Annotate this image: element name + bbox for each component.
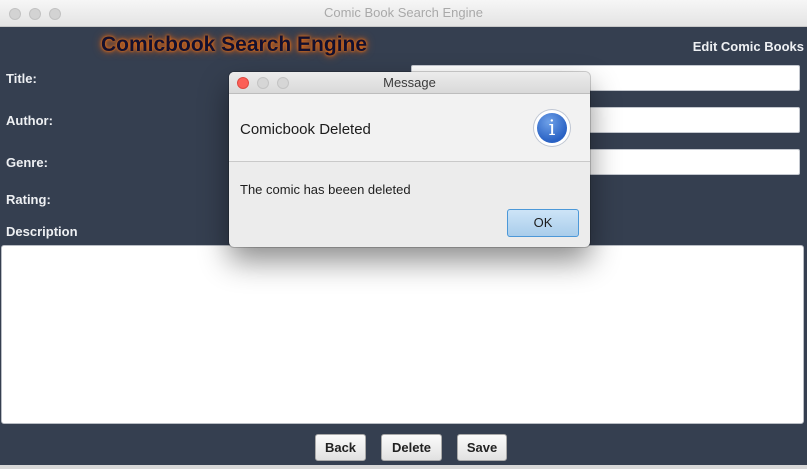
dialog-header-text: Comicbook Deleted xyxy=(240,121,371,138)
description-textarea[interactable] xyxy=(1,245,804,424)
genre-label: Genre: xyxy=(6,155,48,170)
dialog-title: Message xyxy=(383,75,436,90)
window-bottom-edge xyxy=(0,465,807,469)
delete-button[interactable]: Delete xyxy=(381,434,442,461)
message-dialog: Message Comicbook Deleted i The comic ha… xyxy=(229,72,590,247)
back-button[interactable]: Back xyxy=(315,434,366,461)
description-label: Description xyxy=(6,224,78,239)
dialog-message: The comic has beeen deleted xyxy=(240,182,411,197)
app-heading: Comicbook Search Engine xyxy=(101,33,368,56)
info-icon: i xyxy=(534,110,570,146)
rating-label: Rating: xyxy=(6,192,51,207)
dialog-header: Comicbook Deleted i xyxy=(229,94,590,162)
dialog-titlebar: Message xyxy=(229,72,590,94)
window-title: Comic Book Search Engine xyxy=(324,5,483,20)
title-label: Title: xyxy=(6,71,37,86)
save-button[interactable]: Save xyxy=(457,434,507,461)
ok-button[interactable]: OK xyxy=(507,209,579,237)
window-titlebar: Comic Book Search Engine xyxy=(0,0,807,27)
button-bar: Back Delete Save xyxy=(0,424,807,469)
author-label: Author: xyxy=(6,113,53,128)
section-title: Edit Comic Books xyxy=(692,39,804,54)
info-icon-glyph: i xyxy=(537,113,567,143)
